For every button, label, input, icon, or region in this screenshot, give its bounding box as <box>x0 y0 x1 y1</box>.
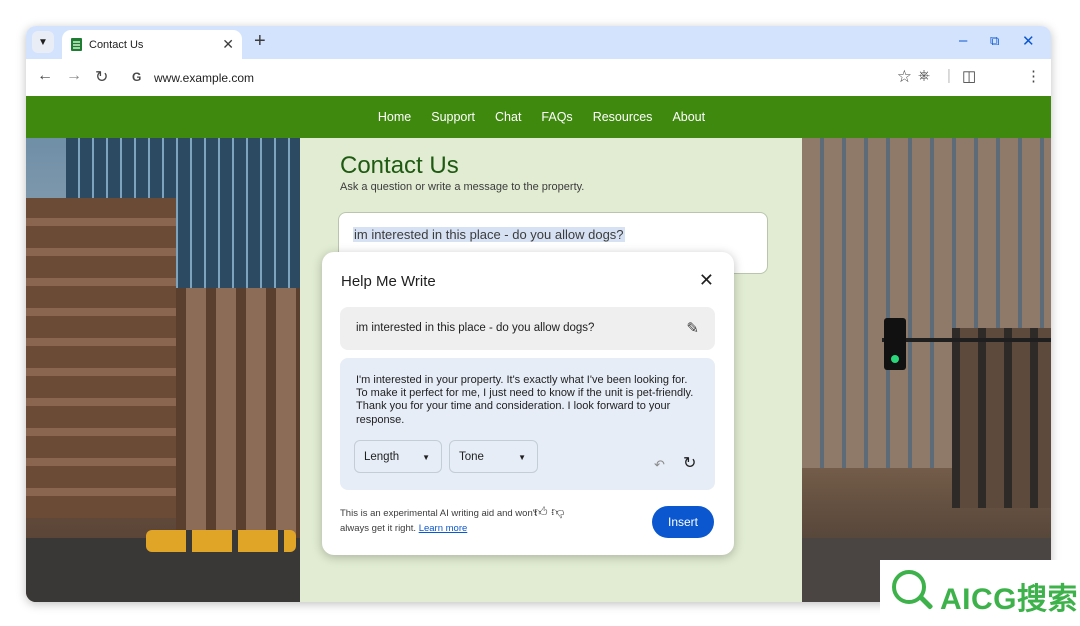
url-text: www.example.com <box>154 71 255 85</box>
tab-title: Contact Us <box>89 38 144 51</box>
chevron-down-icon: ▼ <box>38 36 48 48</box>
taxis <box>146 530 296 552</box>
length-dropdown[interactable]: Length ▼ <box>354 440 442 473</box>
close-window-icon[interactable]: ✕ <box>1022 32 1035 50</box>
nav-resources[interactable]: Resources <box>593 110 653 124</box>
prompt-box: im interested in this place - do you all… <box>340 307 715 350</box>
pencil-icon[interactable]: ✎ <box>686 319 699 337</box>
signal-arm <box>882 338 1051 342</box>
thumbs-up-icon[interactable]: 👍︎ <box>534 504 548 519</box>
length-label: Length <box>364 450 400 463</box>
minimize-icon[interactable]: – <box>959 32 967 49</box>
regenerate-icon[interactable]: ↻ <box>683 453 696 473</box>
nav-about[interactable]: About <box>672 110 705 124</box>
disclaimer: This is an experimental AI writing aid a… <box>340 506 540 536</box>
tab-list-button[interactable]: ▼ <box>32 31 54 53</box>
result-box: I'm interested in your property. It's ex… <box>340 358 715 490</box>
sheet-favicon-icon <box>71 38 82 51</box>
close-icon[interactable]: ✕ <box>222 36 234 53</box>
caret-down-icon: ▼ <box>422 453 430 462</box>
feedback-icons: 👍︎ 👎︎ <box>534 504 564 520</box>
restore-icon[interactable]: ⧉ <box>990 33 999 49</box>
tone-label: Tone <box>459 450 484 463</box>
learn-more-link[interactable]: Learn more <box>419 523 468 534</box>
tab-contact-us[interactable]: Contact Us ✕ <box>62 30 242 59</box>
help-me-write-dialog: Help Me Write ✕ im interested in this pl… <box>322 252 734 555</box>
plus-icon[interactable]: + <box>254 30 266 53</box>
brick-building <box>26 198 176 518</box>
page-subtitle: Ask a question or write a message to the… <box>340 181 585 193</box>
dialog-title: Help Me Write <box>341 273 436 290</box>
reload-icon[interactable]: ↻ <box>95 67 108 87</box>
undo-icon[interactable]: ↶ <box>654 457 665 473</box>
arrow-left-icon[interactable]: ← <box>37 67 53 85</box>
city-photo-left <box>26 138 300 602</box>
watermark-text: AICG搜索 <box>940 583 1078 616</box>
side-panel-icon[interactable]: ◫ <box>962 67 976 85</box>
caret-down-icon: ▼ <box>518 453 526 462</box>
thumbs-down-icon[interactable]: 👎︎ <box>551 504 564 519</box>
tab-strip: ▼ Contact Us ✕ + – ⧉ ✕ <box>26 26 1051 59</box>
close-icon[interactable]: ✕ <box>699 270 714 291</box>
nav-faqs[interactable]: FAQs <box>541 110 572 124</box>
generated-text: I'm interested in your property. It's ex… <box>356 374 694 426</box>
dark-building <box>952 328 1051 508</box>
city-photo-right <box>802 138 1051 602</box>
puzzle-icon[interactable]: ⎈ <box>918 67 930 84</box>
site-nav: Home Support Chat FAQs Resources About <box>26 96 1051 138</box>
arrow-right-icon[interactable]: → <box>66 67 82 85</box>
green-signal <box>891 355 899 363</box>
office-building <box>176 288 300 538</box>
prompt-text: im interested in this place - do you all… <box>356 322 595 334</box>
toolbar-divider: | <box>947 67 951 84</box>
tone-dropdown[interactable]: Tone ▼ <box>449 440 538 473</box>
watermark: AICG搜索 <box>880 560 1080 626</box>
nav-support[interactable]: Support <box>431 110 475 124</box>
address-bar[interactable]: G www.example.com ☆ <box>124 63 912 92</box>
nav-chat[interactable]: Chat <box>495 110 521 124</box>
nav-home[interactable]: Home <box>378 110 411 124</box>
more-vert-icon[interactable]: ⋮ <box>1026 67 1041 85</box>
message-text: im interested in this place - do you all… <box>353 227 625 242</box>
browser-toolbar: ← → ↻ G www.example.com ☆ ⎈ | ◫ ⋮ <box>26 59 1051 96</box>
google-g-icon: G <box>132 70 142 84</box>
search-logo-handle <box>918 595 934 610</box>
insert-button[interactable]: Insert <box>652 506 714 538</box>
star-icon[interactable]: ☆ <box>897 67 912 87</box>
page-title: Contact Us <box>340 152 459 179</box>
